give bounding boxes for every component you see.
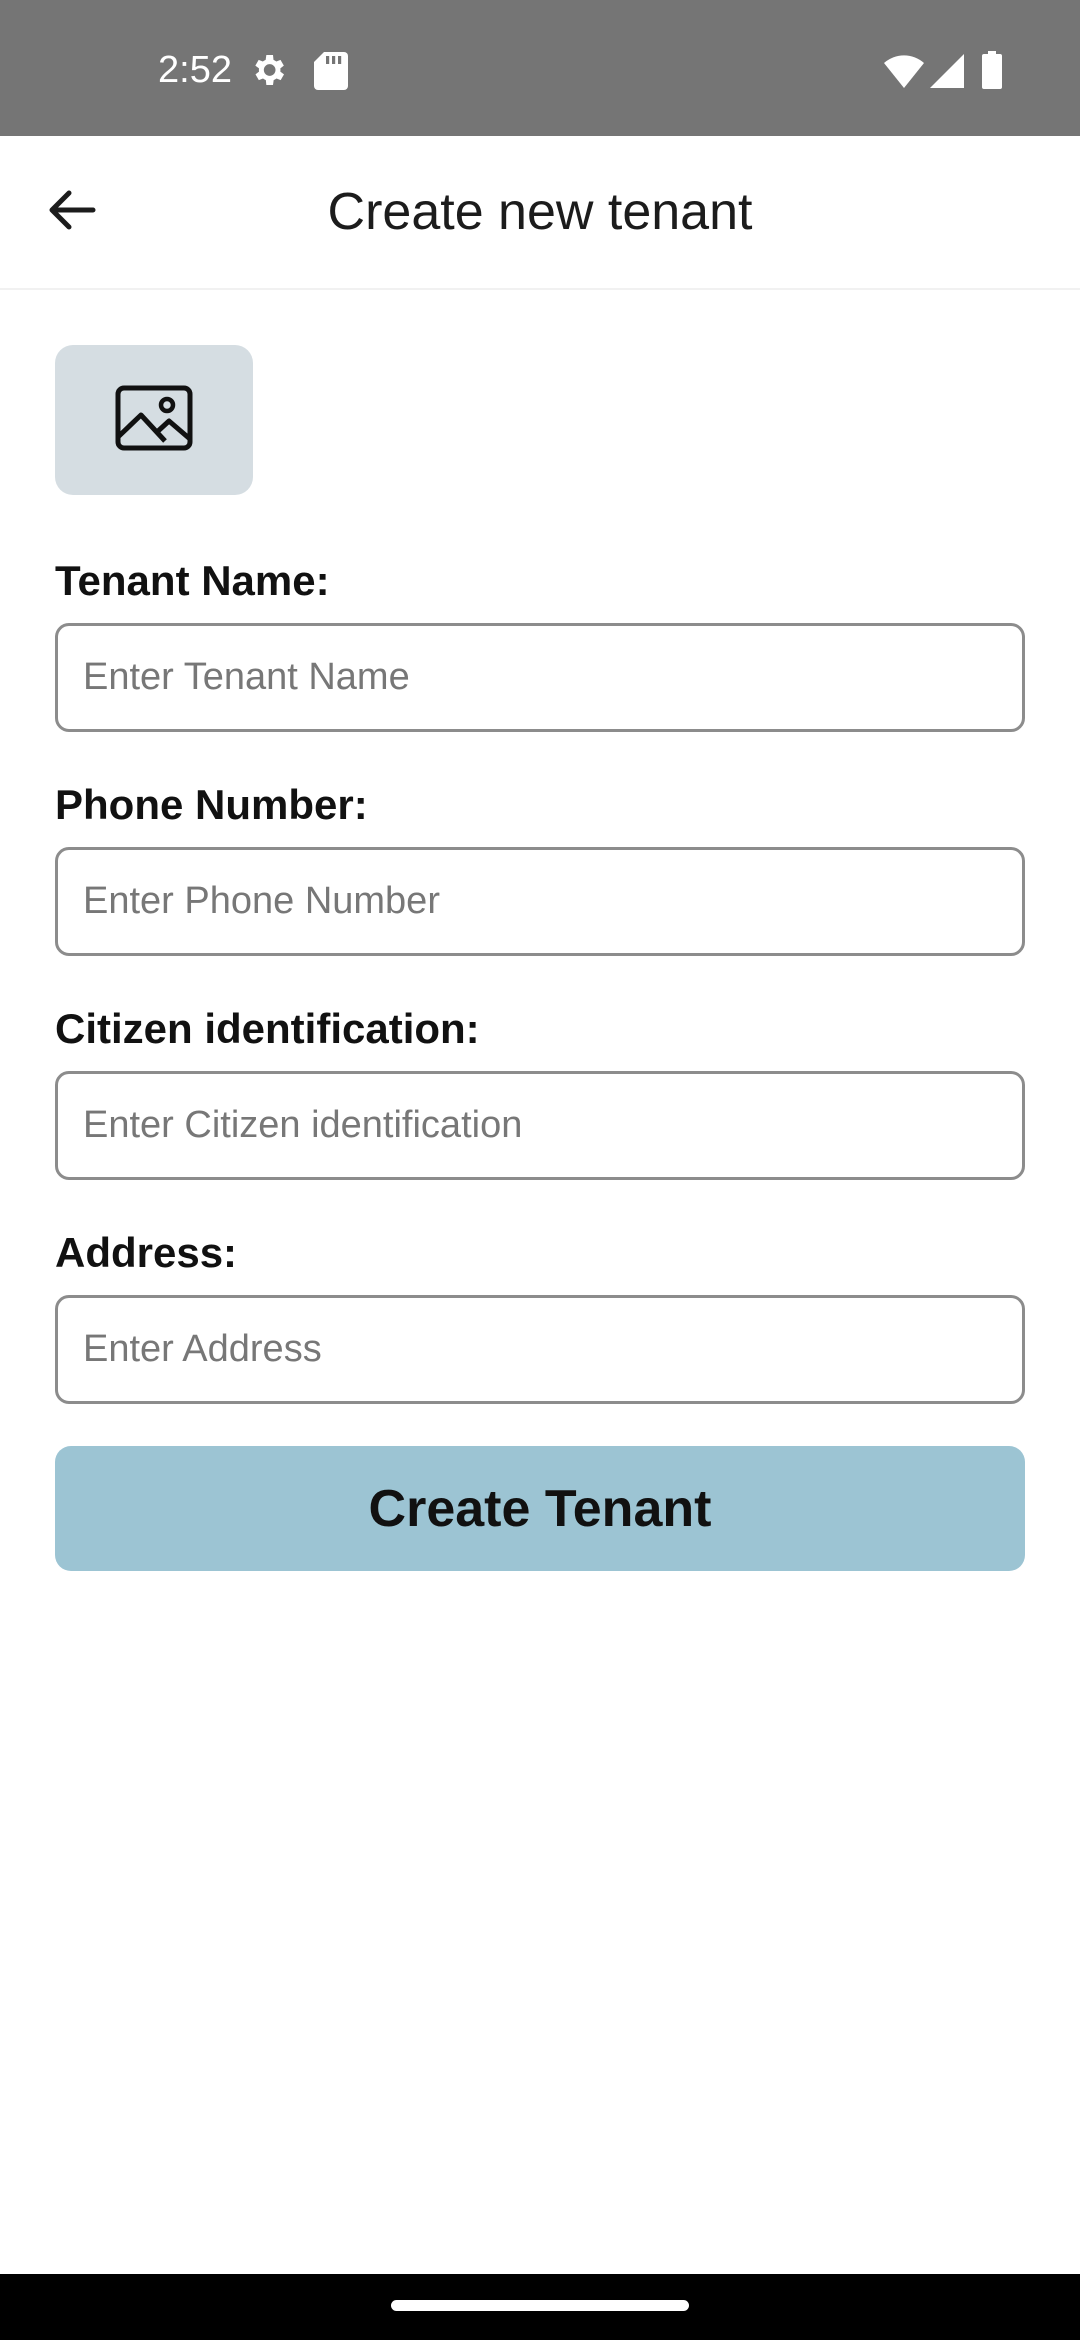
address-label: Address: [55,1229,238,1276]
navigation-bar [0,2274,1080,2340]
image-picker-button[interactable] [55,345,253,495]
image-icon [115,385,193,456]
citizen-identification-label: Citizen identification: [55,1005,480,1052]
wifi-icon [884,54,924,93]
settings-icon [248,50,288,95]
sd-card-icon [314,52,348,95]
tenant-name-input[interactable] [55,623,1025,732]
status-time: 2:52 [158,49,232,91]
home-indicator[interactable] [391,2300,689,2311]
phone-number-input[interactable] [55,847,1025,956]
citizen-identification-input[interactable] [55,1071,1025,1180]
signal-icon [930,54,964,93]
create-tenant-button[interactable]: Create Tenant [55,1446,1025,1571]
tenant-name-label: Tenant Name: [55,557,330,604]
address-input[interactable] [55,1295,1025,1404]
phone-number-label: Phone Number: [55,781,368,828]
page-title: Create new tenant [327,183,753,241]
battery-icon [982,51,1002,94]
status-bar: 2:52 [0,0,1080,136]
app-bar: Create new tenant [0,136,1080,290]
